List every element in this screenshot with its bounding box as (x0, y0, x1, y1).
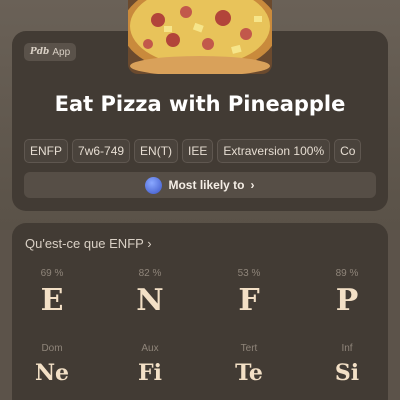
letter-percent: 82 % (138, 268, 162, 279)
most-likely-button[interactable]: Most likely to › (24, 172, 376, 198)
chevron-right-icon: › (250, 178, 255, 192)
app-badge-label: App (52, 46, 71, 58)
tag-socionics[interactable]: IEE (182, 139, 214, 163)
letter-column-n: 82 % N (120, 268, 180, 318)
function-name: Te (235, 360, 263, 386)
letter-percent: 69 % (40, 268, 64, 279)
tag-mbti[interactable]: ENFP (24, 139, 69, 163)
app-brand: Pdb (30, 47, 50, 57)
function-label: Tert (240, 343, 258, 354)
function-column-dom: Dom Ne (22, 343, 82, 386)
tag-temperament[interactable]: EN(T) (134, 139, 179, 163)
tag-enneagram[interactable]: 7w6-749 (72, 139, 131, 163)
most-likely-label: Most likely to (168, 178, 245, 192)
letter: E (40, 283, 64, 318)
letter: P (335, 283, 359, 318)
chevron-right-icon: › (147, 236, 152, 251)
letter-column-f: 53 % F (219, 268, 279, 318)
tag-more[interactable]: Co (334, 139, 362, 163)
letter: N (136, 283, 164, 318)
section-title: Qu'est-ce que ENFP (25, 236, 144, 251)
letter-percent: 53 % (237, 268, 261, 279)
tag-list: ENFP 7w6-749 EN(T) IEE Extraversion 100% Co (24, 139, 376, 163)
function-label: Dom (41, 343, 63, 354)
letter: F (238, 283, 260, 318)
function-column-aux: Aux Fi (120, 343, 180, 386)
app-badge: Pdb App (24, 43, 77, 61)
function-column-tert: Tert Te (219, 343, 279, 386)
function-name: Ne (34, 360, 70, 386)
profile-title: Eat Pizza with Pineapple (54, 92, 346, 116)
letter-column-p: 89 % P (317, 268, 377, 318)
function-name: Fi (138, 360, 162, 386)
letter-percent: 89 % (335, 268, 359, 279)
tag-big-five[interactable]: Extraversion 100% (217, 139, 331, 163)
section-title-link[interactable]: Qu'est-ce que ENFP › (25, 236, 152, 251)
letter-column-e: 69 % E (22, 268, 82, 318)
love-emoji-icon (145, 176, 163, 194)
function-label: Aux (141, 343, 159, 354)
function-label: Inf (341, 343, 353, 354)
profile-image[interactable] (128, 0, 272, 74)
function-name: Si (334, 360, 360, 386)
function-column-inf: Inf Si (317, 343, 377, 386)
